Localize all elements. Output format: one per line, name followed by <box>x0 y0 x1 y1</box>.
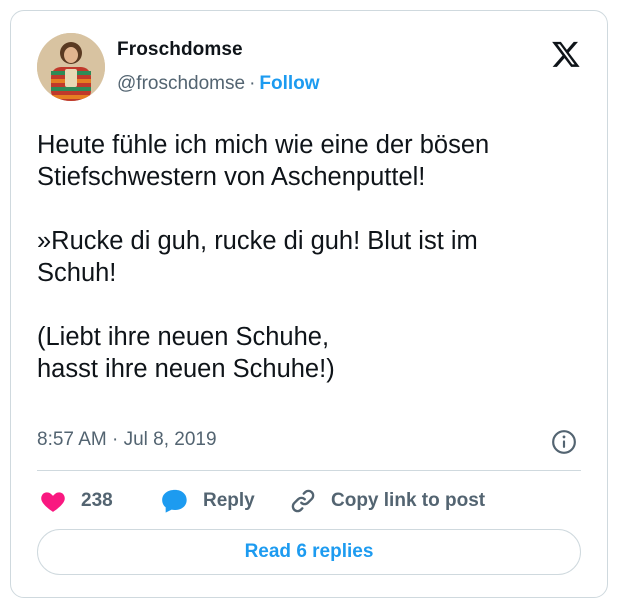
author-handle-row: @froschdomse · Follow <box>117 73 320 95</box>
reply-label: Reply <box>203 490 255 511</box>
follow-button[interactable]: Follow <box>259 73 319 94</box>
action-bar: 238 Reply Copy link to post <box>37 481 582 521</box>
like-button[interactable]: 238 <box>39 481 113 521</box>
read-replies-label: Read 6 replies <box>244 541 374 562</box>
tweet-time: 8:57 AM <box>37 429 107 450</box>
avatar[interactable] <box>37 33 105 101</box>
handle-separator: · <box>249 73 256 94</box>
like-count: 238 <box>81 490 113 511</box>
tweet-text: Heute fühle ich mich wie eine der bösen … <box>37 131 490 383</box>
author-handle[interactable]: @froschdomse <box>117 73 245 94</box>
reply-button[interactable]: Reply <box>161 481 255 521</box>
speech-bubble-icon <box>162 489 187 513</box>
divider <box>37 470 581 471</box>
timestamp-separator: · <box>112 429 119 450</box>
copy-link-button[interactable]: Copy link to post <box>289 481 485 521</box>
copy-link-label: Copy link to post <box>331 490 486 511</box>
x-logo-icon[interactable] <box>551 39 581 69</box>
author-name[interactable]: Froschdomse <box>117 39 243 61</box>
tweet-date: Jul 8, 2019 <box>123 429 217 450</box>
tweet-timestamp[interactable]: 8:57 AM · Jul 8, 2019 <box>37 429 217 451</box>
link-icon <box>291 489 315 513</box>
tweet-card: Froschdomse @froschdomse · Follow Heute fü… <box>10 10 608 598</box>
read-replies-button[interactable]: Read 6 replies <box>37 529 581 575</box>
info-icon[interactable] <box>551 429 577 455</box>
heart-icon <box>41 492 65 512</box>
